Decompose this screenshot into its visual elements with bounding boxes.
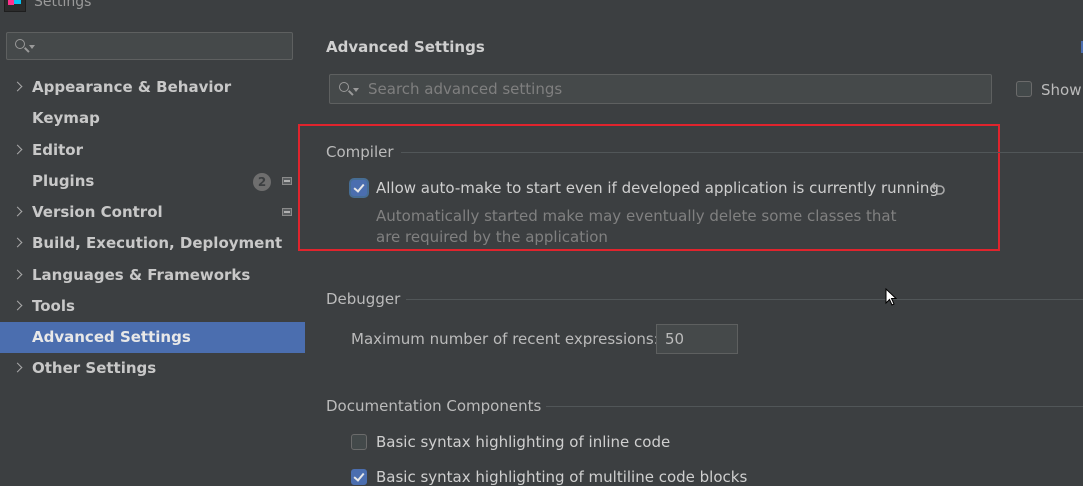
sidebar-item-version-control[interactable]: Version Control (0, 197, 305, 228)
allow-auto-make-description: Automatically started make may eventuall… (376, 207, 897, 225)
advanced-settings-search[interactable] (329, 74, 992, 104)
sidebar-item-label: Other Settings (32, 359, 157, 377)
max-recent-expressions-input[interactable]: 50 (656, 324, 738, 354)
title-bar: Settings (0, 0, 1083, 17)
chevron-right-icon[interactable] (12, 81, 23, 92)
sidebar-item-label: Keymap (32, 109, 100, 127)
chevron-right-icon[interactable] (12, 206, 23, 217)
sidebar-item-plugins[interactable]: Plugins 2 (0, 166, 305, 197)
chevron-right-icon[interactable] (12, 144, 23, 155)
sidebar-item-appearance-behavior[interactable]: Appearance & Behavior (0, 72, 305, 103)
section-divider (401, 152, 1083, 153)
sidebar-item-editor[interactable]: Editor (0, 135, 305, 166)
sidebar-item-build-execution-deployment[interactable]: Build, Execution, Deployment (0, 228, 305, 259)
section-title-documentation: Documentation Components (326, 397, 542, 415)
window-title: Settings (34, 0, 92, 10)
project-level-icon (282, 208, 292, 216)
search-icon (15, 39, 25, 49)
show-modified-checkbox[interactable] (1016, 81, 1032, 97)
section-title-debugger: Debugger (326, 290, 401, 308)
sidebar-search-input[interactable] (6, 32, 293, 60)
show-modified-label: Show (1041, 81, 1082, 99)
section-divider (406, 299, 1083, 300)
sidebar-item-label: Tools (32, 297, 75, 315)
sidebar-item-label: Editor (32, 141, 83, 159)
sidebar-item-label: Advanced Settings (32, 328, 191, 346)
sidebar-item-other-settings[interactable]: Other Settings (0, 353, 305, 384)
allow-auto-make-description-2: are required by the application (376, 228, 608, 246)
allow-auto-make-label[interactable]: Allow auto-make to start even if develop… (376, 179, 939, 197)
app-icon (4, 0, 26, 12)
sidebar-item-label: Plugins (32, 172, 95, 190)
settings-content-panel: Advanced Settings Show Compiler Allow au… (298, 17, 1083, 486)
inline-code-highlighting-checkbox[interactable] (351, 434, 367, 450)
allow-auto-make-checkbox[interactable] (351, 180, 367, 196)
sidebar-item-languages-frameworks[interactable]: Languages & Frameworks (0, 260, 305, 291)
page-title: Advanced Settings (326, 38, 485, 56)
section-title-compiler: Compiler (326, 143, 394, 161)
chevron-right-icon[interactable] (12, 300, 23, 311)
chevron-right-icon[interactable] (12, 269, 23, 280)
mouse-pointer-icon (885, 288, 897, 306)
multiline-code-highlighting-label[interactable]: Basic syntax highlighting of multiline c… (376, 468, 747, 486)
sidebar: Appearance & Behavior Keymap Editor Plug… (0, 17, 305, 480)
sidebar-item-tools[interactable]: Tools (0, 291, 305, 322)
project-level-icon (282, 177, 292, 185)
chevron-right-icon[interactable] (12, 362, 23, 373)
multiline-code-highlighting-checkbox[interactable] (351, 469, 367, 485)
search-options-dropdown-icon[interactable] (353, 88, 359, 92)
section-divider (546, 406, 1083, 407)
plugins-update-badge: 2 (253, 173, 271, 191)
search-options-dropdown-icon[interactable] (29, 45, 35, 49)
search-icon (339, 82, 349, 92)
sidebar-item-label: Appearance & Behavior (32, 78, 232, 96)
sidebar-item-label: Languages & Frameworks (32, 266, 251, 284)
chevron-right-icon[interactable] (12, 237, 23, 248)
inline-code-highlighting-label[interactable]: Basic syntax highlighting of inline code (376, 433, 670, 451)
max-recent-expressions-label: Maximum number of recent expressions: (351, 330, 659, 348)
sidebar-item-label: Version Control (32, 203, 163, 221)
sidebar-item-keymap[interactable]: Keymap (0, 103, 305, 134)
advanced-settings-search-input[interactable] (368, 79, 968, 99)
sidebar-item-label: Build, Execution, Deployment (32, 234, 283, 252)
reset-to-default-icon[interactable] (931, 181, 945, 195)
sidebar-item-advanced-settings[interactable]: Advanced Settings (0, 322, 305, 353)
